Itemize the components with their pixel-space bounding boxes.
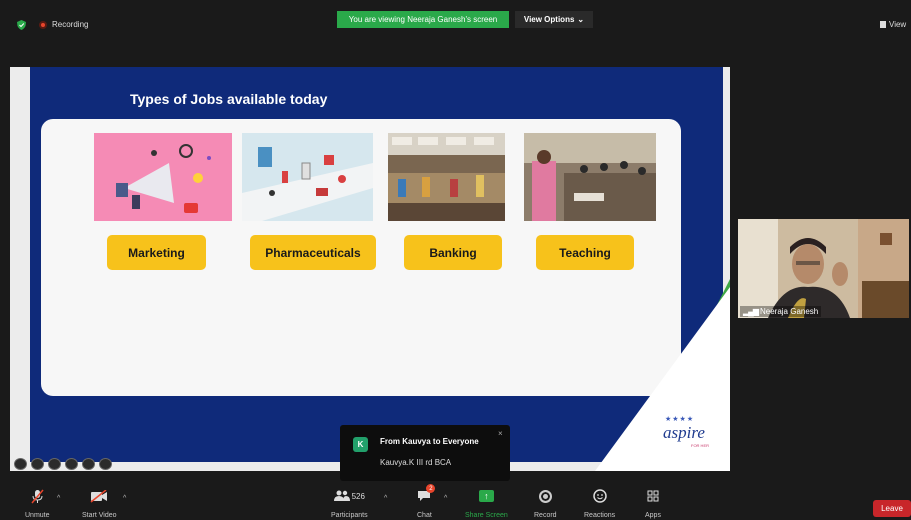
job-label-banking: Banking xyxy=(404,235,502,270)
microphone-muted-icon xyxy=(31,489,44,503)
share-screen-button[interactable]: ↑ Share Screen xyxy=(465,486,508,519)
participants-chevron-icon[interactable]: ^ xyxy=(384,495,387,502)
classroom-photo xyxy=(524,133,656,221)
slide-title: Types of Jobs available today xyxy=(130,91,328,107)
bank-hall-photo xyxy=(388,133,505,221)
record-icon xyxy=(538,489,552,503)
participants-button[interactable]: 526 Participants xyxy=(331,486,368,519)
viewing-banner: You are viewing Neeraja Ganesh's screen xyxy=(337,11,509,28)
slide-control-icon[interactable] xyxy=(14,458,27,470)
chat-sender: From Kauvya to Everyone xyxy=(380,437,479,446)
slide-control-icon[interactable] xyxy=(65,458,78,470)
participant-name-tag: ▂▄▆ Neeraja Ganesh xyxy=(740,306,822,317)
share-screen-label: Share Screen xyxy=(465,512,508,519)
pharmacy-illustration xyxy=(242,133,373,221)
signal-strength-icon: ▂▄▆ xyxy=(743,307,759,316)
chat-chevron-icon[interactable]: ^ xyxy=(444,495,447,502)
participant-video-feed xyxy=(738,219,909,318)
recording-label: Recording xyxy=(52,20,89,29)
chevron-down-icon: ⌄ xyxy=(577,15,585,24)
video-options-chevron-icon[interactable]: ^ xyxy=(123,495,126,502)
aspire-logo: ★★★★ aspire FOR HER xyxy=(655,415,725,451)
apps-label: Apps xyxy=(645,512,661,519)
avatar: K xyxy=(353,437,368,452)
video-off-icon xyxy=(90,489,108,503)
participants-count: 526 xyxy=(351,491,365,501)
banking-image xyxy=(388,133,505,221)
shared-screen: Types of Jobs available today Marketing … xyxy=(10,67,730,471)
chat-label: Chat xyxy=(417,512,432,519)
logo-subtext: FOR HER xyxy=(691,443,709,448)
zoom-meeting-window: Recording You are viewing Neeraja Ganesh… xyxy=(0,0,911,520)
slide-control-icon[interactable] xyxy=(99,458,112,470)
unmute-label: Unmute xyxy=(25,512,50,519)
record-label: Record xyxy=(534,512,557,519)
participants-label: Participants xyxy=(331,512,368,519)
reactions-button[interactable]: Reactions xyxy=(584,486,615,519)
apps-button[interactable]: Apps xyxy=(645,486,661,519)
close-icon[interactable]: × xyxy=(498,429,503,438)
megaphone-illustration xyxy=(94,133,232,221)
slide-control-icon[interactable] xyxy=(48,458,61,470)
slide-control-icon[interactable] xyxy=(31,458,44,470)
participants-icon xyxy=(333,490,350,501)
view-label: View xyxy=(889,20,907,29)
view-options-label: View Options xyxy=(523,15,575,24)
recording-icon xyxy=(39,20,47,29)
stars-icon: ★★★★ xyxy=(665,416,695,423)
start-video-button[interactable]: Start Video xyxy=(82,486,117,519)
reactions-label: Reactions xyxy=(584,512,616,519)
chat-message: Kauvya.K III rd BCA xyxy=(380,458,452,467)
slide-control-icon[interactable] xyxy=(82,458,95,470)
view-options-button[interactable]: View Options ⌄ xyxy=(515,11,593,28)
chat-notification[interactable]: K From Kauvya to Everyone × Kauvya.K III… xyxy=(340,425,510,481)
slide-controls xyxy=(14,458,112,470)
top-bar: Recording You are viewing Neeraja Ganesh… xyxy=(0,0,911,40)
audio-options-chevron-icon[interactable]: ^ xyxy=(57,495,60,502)
job-label-pharmaceuticals: Pharmaceuticals xyxy=(250,235,376,270)
participant-video[interactable]: ▂▄▆ Neeraja Ganesh xyxy=(738,219,909,318)
meeting-toolbar: Unmute ^ Start Video ^ 526 Participants … xyxy=(0,484,911,520)
pharmaceuticals-image xyxy=(242,133,373,221)
start-video-label: Start Video xyxy=(82,512,117,519)
participant-name: Neeraja Ganesh xyxy=(759,307,819,316)
leave-button[interactable]: Leave xyxy=(873,500,911,517)
recording-indicator[interactable]: Recording xyxy=(39,20,88,29)
slide-background: Types of Jobs available today Marketing … xyxy=(30,67,723,462)
chat-unread-badge: 2 xyxy=(426,484,436,493)
share-screen-icon: ↑ xyxy=(478,490,494,502)
apps-icon xyxy=(647,490,659,502)
marketing-image xyxy=(94,133,232,221)
view-button[interactable]: View xyxy=(880,20,906,29)
record-button[interactable]: Record xyxy=(534,486,557,519)
unmute-button[interactable]: Unmute xyxy=(25,486,50,519)
view-icon xyxy=(880,21,886,28)
shield-icon[interactable] xyxy=(17,20,26,30)
job-label-marketing: Marketing xyxy=(107,235,206,270)
chat-button[interactable]: 2 Chat xyxy=(417,484,436,519)
job-label-teaching: Teaching xyxy=(536,235,634,270)
teaching-image xyxy=(524,133,656,221)
logo-text: aspire xyxy=(663,423,705,442)
smiley-icon xyxy=(592,489,607,503)
